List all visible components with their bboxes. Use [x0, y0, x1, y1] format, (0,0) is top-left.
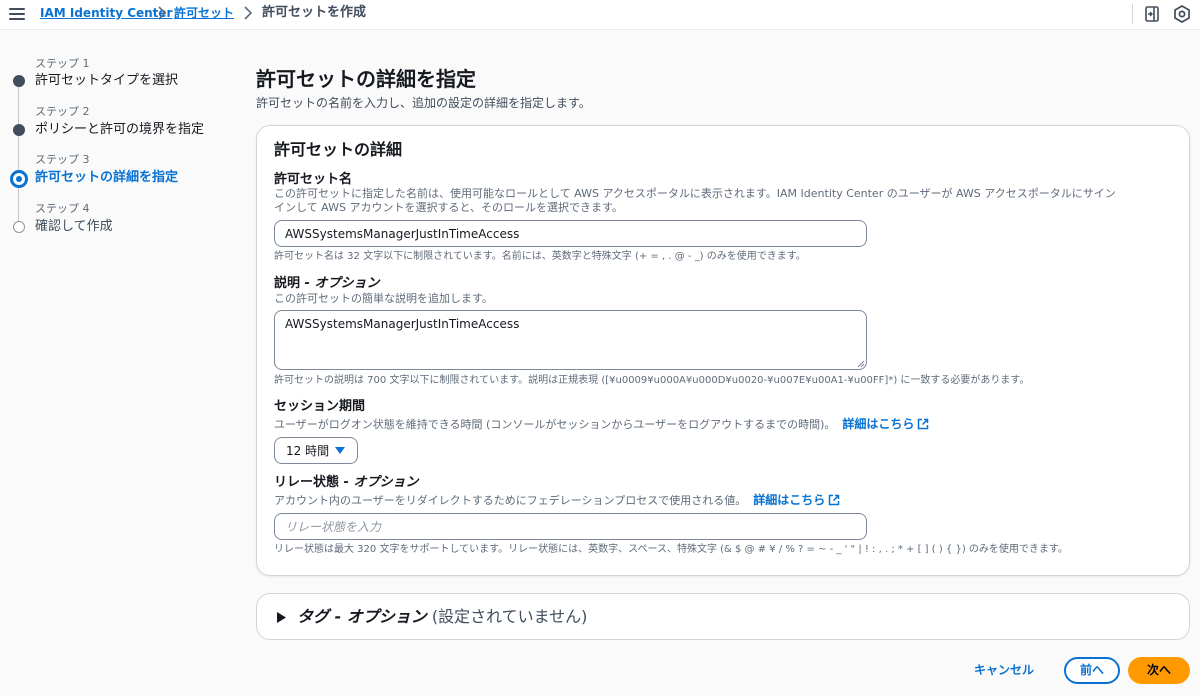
relay-state-input[interactable] — [274, 513, 867, 540]
step-title-select-type[interactable]: 許可セットタイプを選択 — [35, 72, 178, 90]
permission-set-name-description: この許可セットに指定した名前は、使用可能なロールとして AWS アクセスポータル… — [274, 187, 1116, 214]
relay-learn-more-link[interactable]: 詳細はこちら — [753, 493, 825, 507]
breadcrumb-iam-identity-center[interactable]: IAM Identity Center — [40, 4, 172, 22]
description-hint: 許可セットの説明は 700 文字以下に制限されています。説明は正規表現 ([¥u… — [274, 375, 1030, 386]
permission-set-name-input[interactable] — [274, 220, 867, 247]
description-label-text: 説明 — [274, 276, 301, 291]
cancel-button[interactable]: キャンセル — [962, 658, 1046, 683]
next-button[interactable]: 次へ — [1128, 657, 1190, 684]
relay-state-description: アカウント内のユーザーをリダイレクトするためにフェデレーションプロセスで使用され… — [274, 493, 840, 508]
step-title-details: 許可セットの詳細を指定 — [35, 170, 179, 185]
session-duration-select[interactable]: 12 時間 — [274, 437, 358, 464]
tags-status: (設定されていません) — [431, 607, 588, 626]
step-completed-dot-icon — [13, 124, 25, 136]
optional-marker: - オプション — [300, 276, 380, 291]
session-duration-help-text: ユーザーがログオン状態を維持できる時間 (コンソールがセッションからユーザーをロ… — [274, 418, 836, 431]
description-help-text: この許可セットの簡単な説明を追加します。 — [274, 292, 493, 305]
step-active-dot-icon — [10, 170, 28, 188]
tags-heading: タグ - オプション (設定されていません) — [297, 606, 587, 628]
relay-state-label: リレー状態 - オプション — [274, 474, 418, 492]
step-number: ステップ 3 — [35, 153, 90, 166]
resize-handle-icon[interactable] — [857, 360, 865, 368]
page-description: 許可セットの名前を入力し、追加の設定の詳細を指定します。 — [256, 96, 591, 110]
tags-expandable-section[interactable]: タグ - オプション (設定されていません) — [256, 593, 1190, 640]
page-title: 許可セットの詳細を指定 — [256, 67, 476, 91]
session-learn-more-link[interactable]: 詳細はこちら — [842, 417, 914, 431]
container-title: 許可セットの詳細 — [274, 140, 403, 159]
relay-state-help-text: アカウント内のユーザーをリダイレクトするためにフェデレーションプロセスで使用され… — [274, 494, 747, 507]
side-panel-icon[interactable] — [1142, 4, 1162, 24]
top-navigation-bar: IAM Identity Center 許可セット 許可セットを作成 — [0, 0, 1200, 30]
session-duration-description: ユーザーがログオン状態を維持できる時間 (コンソールがセッションからユーザーをロ… — [274, 417, 929, 432]
toolbar-divider — [1132, 4, 1133, 24]
chevron-right-icon — [158, 6, 167, 20]
step-number: ステップ 2 — [35, 105, 90, 118]
breadcrumb-current-page: 許可セットを作成 — [262, 5, 367, 20]
step-title-review: 確認して作成 — [35, 219, 113, 234]
relay-state-label-text: リレー状態 — [274, 475, 340, 490]
session-duration-label: セッション期間 — [274, 399, 366, 414]
description-textarea[interactable]: AWSSystemsManagerJustInTimeAccess — [274, 310, 867, 370]
step-number: ステップ 1 — [35, 57, 90, 70]
description-label: 説明 - オプション — [274, 275, 379, 293]
chevron-right-icon — [244, 6, 253, 20]
previous-button[interactable]: 前へ — [1064, 657, 1120, 684]
caret-right-icon — [277, 612, 286, 623]
step-title-policies[interactable]: ポリシーと許可の境界を指定 — [35, 121, 204, 139]
external-link-icon[interactable] — [917, 418, 929, 430]
caret-down-icon — [335, 447, 345, 454]
tags-title: タグ - オプション — [297, 607, 427, 626]
breadcrumb-permission-sets[interactable]: 許可セット — [174, 4, 234, 22]
external-link-icon[interactable] — [828, 494, 840, 506]
step-completed-dot-icon — [13, 75, 25, 87]
settings-hexagon-icon[interactable] — [1172, 4, 1192, 24]
menu-icon[interactable] — [9, 6, 25, 22]
relay-state-hint: リレー状態は最大 320 文字をサポートしています。リレー状態には、英数字、スペ… — [274, 544, 1068, 555]
step-upcoming-dot-icon — [13, 221, 25, 233]
permission-set-name-hint: 許可セット名は 32 文字以下に制限されています。名前には、英数字と特殊文字 (… — [274, 251, 806, 262]
step-number: ステップ 4 — [35, 202, 90, 215]
session-duration-value: 12 時間 — [286, 444, 330, 458]
steps-connector-line — [18, 186, 19, 224]
optional-marker: - オプション — [339, 475, 419, 490]
